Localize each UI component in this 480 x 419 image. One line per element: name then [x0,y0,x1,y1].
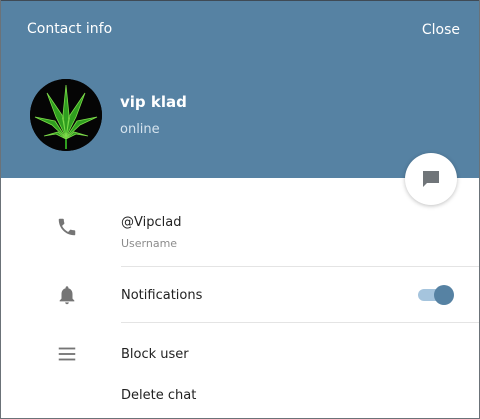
notifications-toggle[interactable] [418,285,455,305]
send-message-button[interactable] [405,153,457,205]
phone-icon [58,218,76,236]
username-caption: Username [121,237,178,250]
chat-bubble-icon [423,171,439,187]
contact-info-panel: Contact info Close vip klad online @Vipc… [0,0,480,419]
cannabis-leaf-icon [30,79,102,151]
avatar[interactable] [30,79,102,151]
close-button[interactable]: Close [422,22,460,38]
toggle-knob [434,285,454,305]
delete-chat-button[interactable]: Delete chat [121,388,196,403]
contact-status: online [120,122,160,137]
contact-name: vip klad [120,93,187,111]
contact-header: Contact info Close vip klad online [1,1,479,178]
block-user-button[interactable]: Block user [121,347,189,362]
notifications-label: Notifications [121,288,203,303]
divider [121,266,479,267]
panel-title: Contact info [27,21,113,37]
bell-icon [59,286,75,305]
divider [121,322,479,323]
menu-icon [58,347,76,361]
username-value[interactable]: @Vipclad [121,215,181,230]
